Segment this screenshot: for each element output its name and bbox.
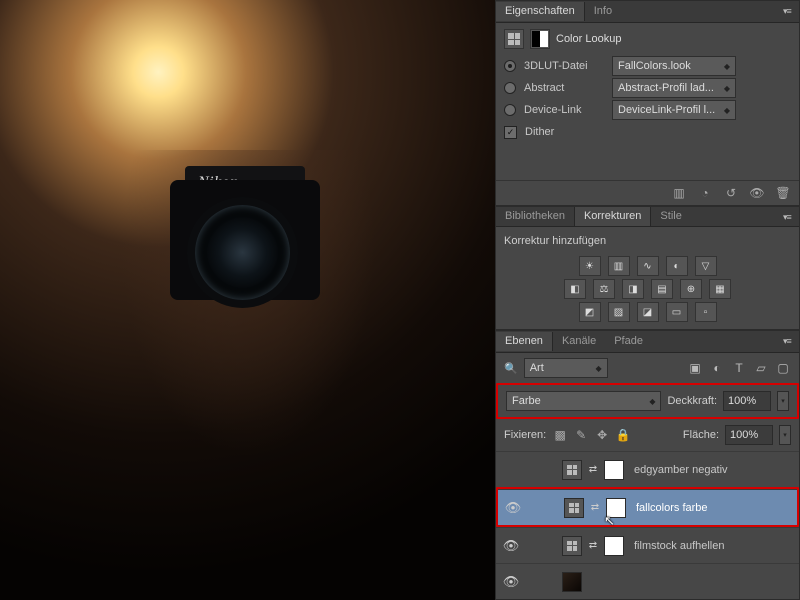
adj-posterize-icon[interactable]: ▨ — [608, 302, 630, 322]
tab-properties[interactable]: Eigenschaften — [496, 2, 585, 21]
adj-photofilter-icon[interactable]: ▤ — [651, 279, 673, 299]
cursor-icon: ↖ — [604, 513, 615, 529]
layer-row[interactable]: ⇄ edgyamber negativ — [496, 451, 799, 487]
layer-row[interactable]: 👁 ⇄ filmstock aufhellen — [496, 527, 799, 563]
lock-position-icon[interactable]: ✥ — [594, 428, 610, 442]
view-previous-icon[interactable]: ◔ — [697, 186, 713, 200]
filter-type-icon[interactable]: T — [731, 361, 747, 375]
magnify-icon: 🔍 — [504, 362, 518, 375]
label-devicelink: Device-Link — [524, 104, 604, 116]
filter-shape-icon[interactable]: ▱ — [753, 361, 769, 375]
lock-transparency-icon[interactable]: ▩ — [552, 428, 568, 442]
properties-tabbar: Eigenschaften Info ▾≡ — [496, 1, 799, 23]
lookup-grid-icon — [504, 29, 524, 49]
visibility-icon[interactable]: 👁 — [749, 186, 765, 200]
adj-levels-icon[interactable]: ▥ — [608, 256, 630, 276]
radio-3dlut[interactable] — [504, 60, 516, 72]
tab-paths[interactable]: Pfade — [605, 332, 652, 351]
layer-row[interactable]: 👁 ⇄ fallcolors farbe — [498, 489, 797, 525]
layers-tabbar: Ebenen Kanäle Pfade ▾≡ — [496, 331, 799, 353]
adj-balance-icon[interactable]: ⚖ — [593, 279, 615, 299]
adj-lookup-icon[interactable]: ▦ — [709, 279, 731, 299]
opacity-label: Deckkraft: — [667, 395, 717, 407]
adj-threshold-icon[interactable]: ◪ — [637, 302, 659, 322]
tab-channels[interactable]: Kanäle — [553, 332, 605, 351]
highlight-selected-layer: 👁 ⇄ fallcolors farbe ↖ — [496, 487, 799, 527]
link-icon[interactable]: ⇄ — [588, 464, 598, 475]
label-dither: Dither — [525, 126, 605, 138]
label-abstract: Abstract — [524, 82, 604, 94]
adj-mixer-icon[interactable]: ⊕ — [680, 279, 702, 299]
opacity-field[interactable]: 100% — [723, 391, 771, 411]
checkbox-dither[interactable]: ✓ — [504, 126, 517, 139]
layer-filter-dropdown[interactable]: Art◆ — [524, 358, 608, 378]
properties-title: Color Lookup — [556, 33, 621, 45]
dropdown-devicelink[interactable]: DeviceLink-Profil l...◆ — [612, 100, 736, 120]
panel-menu-icon[interactable]: ▾≡ — [783, 212, 795, 222]
blend-mode-dropdown[interactable]: Farbe◆ — [506, 391, 661, 411]
fill-field[interactable]: 100% — [725, 425, 773, 445]
tab-info[interactable]: Info — [585, 2, 621, 21]
panel-menu-icon[interactable]: ▾≡ — [783, 6, 795, 16]
radio-abstract[interactable] — [504, 82, 516, 94]
adj-gradientmap-icon[interactable]: ▭ — [666, 302, 688, 322]
link-icon[interactable]: ⇄ — [590, 502, 600, 513]
fill-label: Fläche: — [683, 429, 719, 441]
adj-hue-icon[interactable]: ◧ — [564, 279, 586, 299]
highlight-blend-row: Farbe◆ Deckkraft: 100% ▾ — [496, 383, 799, 419]
visibility-toggle[interactable]: 👁 — [500, 574, 522, 590]
panel-menu-icon[interactable]: ▾≡ — [783, 336, 795, 346]
adj-bw-icon[interactable]: ◨ — [622, 279, 644, 299]
filter-pixel-icon[interactable]: ▣ — [687, 361, 703, 375]
reset-icon[interactable]: ↺ — [723, 186, 739, 200]
adjustments-subtitle: Korrektur hinzufügen — [504, 231, 791, 253]
layer-list: ⇄ edgyamber negativ 👁 ⇄ fallcolors farbe… — [496, 451, 799, 599]
dropdown-abstract[interactable]: Abstract-Profil lad...◆ — [612, 78, 736, 98]
lookup-swatch-icon — [530, 29, 550, 49]
layer-name[interactable]: fallcolors farbe — [636, 502, 708, 514]
adj-invert-icon[interactable]: ◩ — [579, 302, 601, 322]
filter-adjust-icon[interactable]: ◐ — [709, 361, 725, 375]
layer-mask-thumb[interactable] — [604, 536, 624, 556]
lock-all-icon[interactable]: 🔒 — [615, 428, 631, 442]
lock-label: Fixieren: — [504, 429, 546, 441]
trash-icon[interactable]: 🗑 — [775, 186, 791, 200]
adj-exposure-icon[interactable]: ◐ — [666, 256, 688, 276]
properties-footer: ▥ ◔ ↺ 👁 🗑 — [496, 180, 799, 205]
visibility-toggle[interactable]: 👁 — [500, 538, 522, 554]
layer-row[interactable]: 👁 — [496, 563, 799, 599]
tab-adjustments[interactable]: Korrekturen — [574, 207, 651, 226]
layer-image-thumb[interactable] — [562, 572, 582, 592]
clip-to-layer-icon[interactable]: ▥ — [671, 186, 687, 200]
adj-vibrance-icon[interactable]: ▽ — [695, 256, 717, 276]
layer-name[interactable]: edgyamber negativ — [634, 464, 728, 476]
opacity-stepper[interactable]: ▾ — [777, 391, 789, 411]
layer-thumb-icon[interactable] — [562, 536, 582, 556]
photo-camera-lens — [195, 205, 290, 300]
fill-stepper[interactable]: ▾ — [779, 425, 791, 445]
adj-curves-icon[interactable]: ∿ — [637, 256, 659, 276]
link-icon[interactable]: ⇄ — [588, 540, 598, 551]
layer-thumb-icon[interactable] — [564, 498, 584, 518]
visibility-toggle[interactable]: 👁 — [502, 500, 524, 516]
layer-thumb-icon[interactable] — [562, 460, 582, 480]
filter-smart-icon[interactable]: ▢ — [775, 361, 791, 375]
tab-layers[interactable]: Ebenen — [496, 332, 553, 351]
document-canvas[interactable]: Nikon — [0, 0, 495, 600]
layer-name[interactable]: filmstock aufhellen — [634, 540, 725, 552]
adj-brightness-icon[interactable]: ☀ — [579, 256, 601, 276]
adj-selective-icon[interactable]: ▫ — [695, 302, 717, 322]
tab-libraries[interactable]: Bibliotheken — [496, 207, 574, 226]
tab-styles[interactable]: Stile — [651, 207, 690, 226]
lock-paint-icon[interactable]: ✎ — [573, 428, 589, 442]
adjustments-tabbar: Bibliotheken Korrekturen Stile ▾≡ — [496, 207, 799, 227]
layer-mask-thumb[interactable] — [604, 460, 624, 480]
label-3dlut: 3DLUT-Datei — [524, 60, 604, 72]
radio-devicelink[interactable] — [504, 104, 516, 116]
dropdown-3dlut-file[interactable]: FallColors.look◆ — [612, 56, 736, 76]
